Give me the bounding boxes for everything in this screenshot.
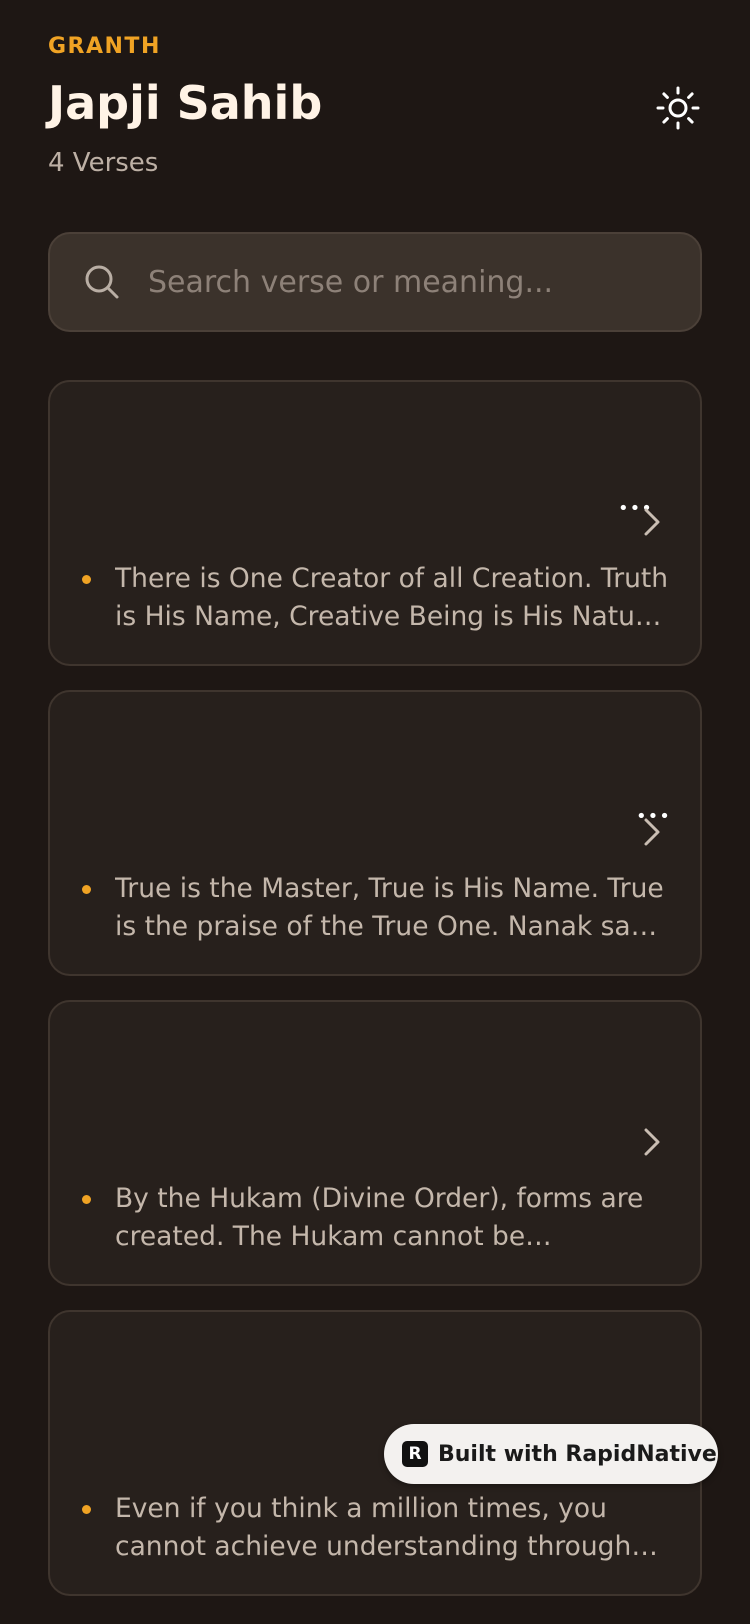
verse-meaning: There is One Creator of all Creation. Tr… [82, 560, 670, 636]
bullet-dot [82, 885, 91, 894]
chevron-right-icon [644, 508, 660, 536]
bullet-dot [82, 1195, 91, 1204]
verse-meaning: Even if you think a million times, you c… [82, 1490, 670, 1566]
search-bar[interactable] [48, 232, 702, 332]
search-icon [85, 265, 119, 299]
meaning-text: True is the Master, True is His Name. Tr… [115, 873, 669, 942]
meaning-text: By the Hukam (Divine Order), forms are c… [115, 1183, 644, 1252]
search-input[interactable] [148, 252, 700, 312]
verse-count: 4 Verses [48, 148, 159, 178]
verse-meaning: By the Hukam (Divine Order), forms are c… [82, 1180, 670, 1256]
meaning-text: There is One Creator of all Creation. Tr… [115, 563, 670, 632]
chevron-right-icon [644, 1128, 660, 1156]
meaning-text: Even if you think a million times, you c… [115, 1493, 632, 1562]
badge-label: Built with RapidNative [438, 1441, 717, 1467]
category-label: GRANTH [48, 34, 161, 59]
page-title: Japji Sahib [48, 76, 323, 130]
built-with-badge[interactable]: R Built with RapidNative [384, 1424, 718, 1484]
verse-list-screen: GRANTH Japji Sahib 4 Verses ••• [0, 0, 750, 1624]
verse-meaning: True is the Master, True is His Name. Tr… [82, 870, 670, 946]
theme-toggle-button[interactable] [654, 84, 702, 132]
sun-icon [656, 86, 700, 130]
verse-card[interactable]: ••• There is One Creator of all Creation… [48, 380, 702, 666]
verse-card[interactable]: By the Hukam (Divine Order), forms are c… [48, 1000, 702, 1286]
rapidnative-logo-icon: R [402, 1441, 428, 1467]
bullet-dot [82, 575, 91, 584]
chevron-right-icon [644, 818, 660, 846]
verse-card[interactable]: ••• True is the Master, True is His Name… [48, 690, 702, 976]
bullet-dot [82, 1505, 91, 1514]
